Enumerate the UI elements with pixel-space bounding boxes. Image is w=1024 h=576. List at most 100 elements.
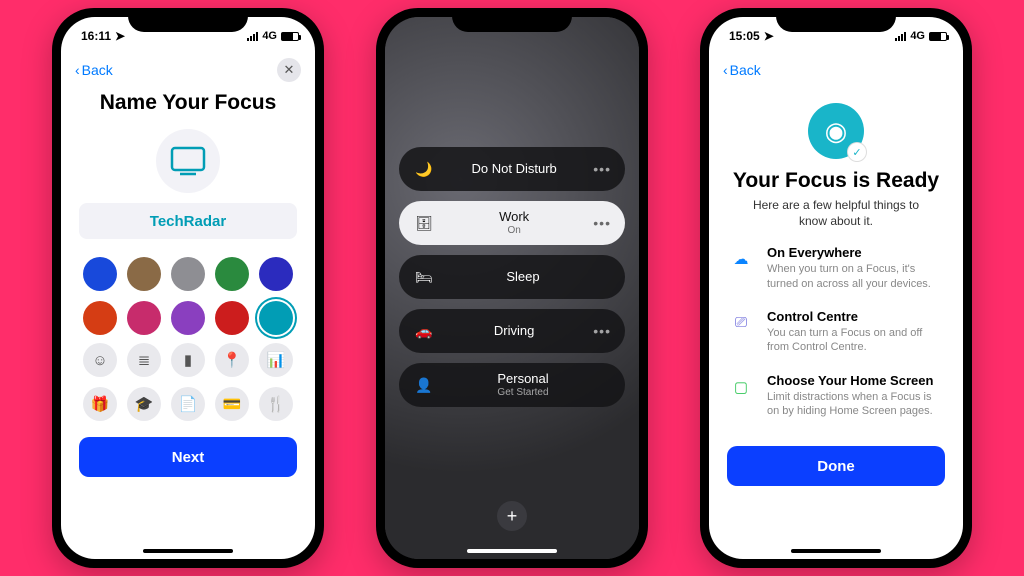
focus-item-label: WorkOn — [435, 210, 593, 235]
page-title: Name Your Focus — [61, 91, 315, 115]
location-icon: ➤ — [764, 29, 774, 43]
focus-mode-item[interactable]: 🚗 Driving ••• — [399, 309, 625, 353]
next-button[interactable]: Next — [79, 437, 297, 477]
more-icon[interactable]: ••• — [593, 161, 611, 177]
tip-body: You can turn a Focus on and off from Con… — [767, 326, 945, 355]
more-icon[interactable]: ••• — [593, 323, 611, 339]
phone-middle: 🌙 Do Not Disturb •••🗄 WorkOn •••🛏 Sleep … — [376, 8, 648, 568]
color-swatch[interactable] — [83, 257, 117, 291]
tip-title: Choose Your Home Screen — [767, 373, 945, 388]
focus-item-label: Do Not Disturb — [435, 162, 593, 176]
icon-option[interactable]: ≣ — [127, 343, 161, 377]
icon-option[interactable]: 💳 — [215, 387, 249, 421]
focus-name-value: TechRadar — [150, 213, 226, 230]
icon-picker: ☺ ≣ ▮ 📍 📊 🎁 🎓 📄 💳 🍴 — [79, 343, 297, 421]
focus-item-icon: 🌙 — [413, 161, 435, 178]
focus-item-label: Sleep — [435, 270, 611, 284]
home-indicator[interactable] — [143, 549, 233, 553]
flame-icon: ◉ — [825, 116, 848, 147]
nav-bar: ‹ Back ✕ — [61, 55, 315, 85]
tips-list: ☁ On Everywhere When you turn on a Focus… — [727, 245, 945, 418]
tip-icon: ⎚ — [727, 309, 755, 337]
color-swatch[interactable] — [127, 301, 161, 335]
add-focus-button[interactable]: + — [497, 501, 527, 531]
color-swatch[interactable] — [83, 301, 117, 335]
status-time: 16:11 — [81, 29, 111, 43]
focus-icon-preview — [156, 129, 220, 193]
nav-bar: ‹ Back — [709, 55, 963, 85]
display-icon — [170, 146, 206, 176]
color-swatch[interactable] — [215, 257, 249, 291]
focus-mode-item[interactable]: 🛏 Sleep — [399, 255, 625, 299]
status-network: 4G — [910, 30, 925, 42]
cellular-icon — [247, 32, 258, 41]
cellular-icon — [895, 32, 906, 41]
page-subtitle: Here are a few helpful things to know ab… — [739, 197, 933, 229]
chevron-left-icon: ‹ — [75, 62, 80, 78]
icon-option[interactable]: 🎓 — [127, 387, 161, 421]
screen-focus-list: 🌙 Do Not Disturb •••🗄 WorkOn •••🛏 Sleep … — [385, 17, 639, 559]
icon-option[interactable]: 📄 — [171, 387, 205, 421]
screen-name-focus: 16:11 ➤ 4G ‹ Back ✕ Name Your Focus Tech… — [61, 17, 315, 559]
tip-title: On Everywhere — [767, 245, 945, 260]
page-title: Your Focus is Ready — [709, 169, 963, 193]
location-icon: ➤ — [115, 29, 125, 43]
next-label: Next — [172, 449, 205, 466]
notch — [776, 8, 896, 32]
more-icon[interactable]: ••• — [593, 215, 611, 231]
close-button[interactable]: ✕ — [277, 58, 301, 82]
icon-option[interactable]: 📊 — [259, 343, 293, 377]
battery-icon — [929, 32, 947, 41]
icon-option[interactable]: 🍴 — [259, 387, 293, 421]
checkmark-icon: ✓ — [848, 143, 866, 161]
screen-focus-ready: 15:05 ➤ 4G ‹ Back ◉ ✓ Your Focus is Read… — [709, 17, 963, 559]
done-button[interactable]: Done — [727, 446, 945, 486]
color-swatch[interactable] — [171, 301, 205, 335]
focus-item-icon: 🚗 — [413, 323, 435, 340]
notch — [452, 8, 572, 32]
focus-item-label: PersonalGet Started — [435, 372, 611, 397]
focus-mode-item[interactable]: 🌙 Do Not Disturb ••• — [399, 147, 625, 191]
focus-item-label: Driving — [435, 324, 593, 338]
focus-item-icon: 🛏 — [413, 269, 435, 286]
tip-icon: ☁ — [727, 245, 755, 273]
color-swatch[interactable] — [127, 257, 161, 291]
color-picker — [79, 257, 297, 335]
back-label: Back — [730, 62, 761, 78]
back-button[interactable]: ‹ Back — [723, 62, 761, 78]
color-swatch[interactable] — [171, 257, 205, 291]
focus-mode-item[interactable]: 👤 PersonalGet Started — [399, 363, 625, 407]
color-swatch[interactable] — [259, 257, 293, 291]
tip-item: ☁ On Everywhere When you turn on a Focus… — [727, 245, 945, 291]
focus-name-input[interactable]: TechRadar — [79, 203, 297, 239]
home-indicator[interactable] — [467, 549, 557, 553]
tip-body: When you turn on a Focus, it's turned on… — [767, 262, 945, 291]
notch — [128, 8, 248, 32]
focus-item-icon: 👤 — [413, 377, 435, 394]
focus-ready-icon: ◉ ✓ — [808, 103, 864, 159]
tip-title: Control Centre — [767, 309, 945, 324]
phone-right: 15:05 ➤ 4G ‹ Back ◉ ✓ Your Focus is Read… — [700, 8, 972, 568]
icon-option[interactable]: ☺ — [83, 343, 117, 377]
icon-option[interactable]: 📍 — [215, 343, 249, 377]
tip-item: ⎚ Control Centre You can turn a Focus on… — [727, 309, 945, 355]
tip-body: Limit distractions when a Focus is on by… — [767, 390, 945, 419]
done-label: Done — [817, 458, 855, 475]
focus-mode-item[interactable]: 🗄 WorkOn ••• — [399, 201, 625, 245]
color-swatch[interactable] — [259, 301, 293, 335]
back-button[interactable]: ‹ Back — [75, 62, 113, 78]
tip-item: ▢ Choose Your Home Screen Limit distract… — [727, 373, 945, 419]
battery-icon — [281, 32, 299, 41]
focus-item-icon: 🗄 — [413, 215, 435, 232]
icon-option[interactable]: 🎁 — [83, 387, 117, 421]
chevron-left-icon: ‹ — [723, 62, 728, 78]
back-label: Back — [82, 62, 113, 78]
status-network: 4G — [262, 30, 277, 42]
home-indicator[interactable] — [791, 549, 881, 553]
status-time: 15:05 — [729, 29, 760, 43]
phone-left: 16:11 ➤ 4G ‹ Back ✕ Name Your Focus Tech… — [52, 8, 324, 568]
color-swatch[interactable] — [215, 301, 249, 335]
icon-option[interactable]: ▮ — [171, 343, 205, 377]
focus-mode-list: 🌙 Do Not Disturb •••🗄 WorkOn •••🛏 Sleep … — [399, 147, 625, 407]
tip-icon: ▢ — [727, 373, 755, 401]
